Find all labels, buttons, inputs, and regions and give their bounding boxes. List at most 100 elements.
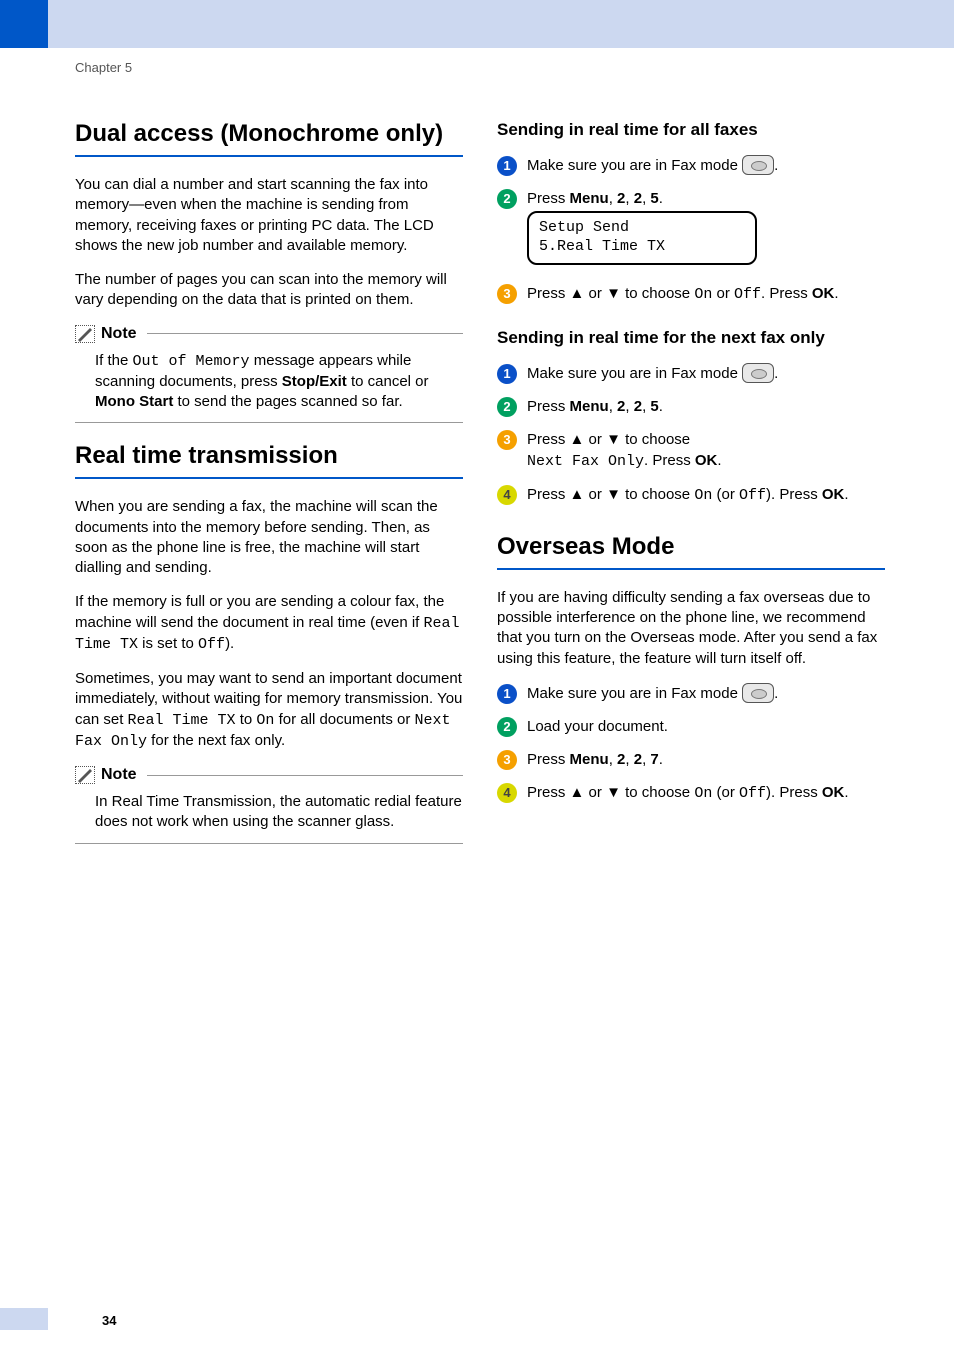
lcd-line-2: 5.Real Time TX [539,238,745,257]
key-7: 7 [650,751,658,768]
nf-s2c: . [659,398,663,415]
menu-key: Menu [570,190,609,207]
fax-mode-icon [742,683,774,703]
nextfax-step-1: 1 Make sure you are in Fax mode . [497,363,885,384]
rt-p3c: for all documents or [274,711,414,728]
note-body-2: In Real Time Transmission, the automatic… [75,786,463,844]
nf-or: or [584,431,606,448]
nf-s3a: Press [527,431,570,448]
page: 34 Chapter 5 Dual access (Monochrome onl… [0,0,954,1348]
step-badge-1: 1 [497,684,517,704]
ok-key: OK [822,784,845,801]
step-badge-2: 2 [497,717,517,737]
step-text: Make sure you are in Fax mode . [527,683,885,704]
lcd-display: Setup Send 5.Real Time TX [527,211,757,265]
down-arrow-icon: ▼ [606,784,621,801]
af-s3b: to choose [621,285,694,302]
ov-s4c: . [844,784,848,801]
note-label: Note [101,325,137,343]
rt-p3-code2: On [256,712,274,729]
af-s2a: Press [527,190,570,207]
note-icon [75,766,95,784]
nf-s2a: Press [527,398,570,415]
step-badge-3: 3 [497,750,517,770]
step-text: Load your document. [527,716,885,737]
rt-p3d: for the next fax only. [147,732,285,749]
page-number: 34 [102,1313,116,1328]
af-s2b1: , [609,190,617,207]
down-arrow-icon: ▼ [606,431,621,448]
step-text: Press ▲ or ▼ to choose On or Off. Press … [527,283,885,305]
step-badge-1: 1 [497,364,517,384]
ov-s4a: Press [527,784,570,801]
af-s2c: . [659,190,663,207]
ok-key: OK [695,452,718,469]
nf-s1a: Make sure you are in Fax mode [527,365,742,382]
ok-key: OK [822,486,845,503]
content-area: Chapter 5 Dual access (Monochrome only) … [75,60,885,862]
heading-rule [497,568,885,570]
allfaxes-heading: Sending in real time for all faxes [497,119,885,141]
overseas-heading: Overseas Mode [497,532,885,562]
overseas-step-1: 1 Make sure you are in Fax mode . [497,683,885,704]
fax-mode-icon [742,363,774,383]
on-code: On [694,286,712,303]
note-code: Out of Memory [133,353,250,370]
nf-s2b2: , [625,398,633,415]
left-side-band [0,48,48,1348]
off-code: Off [739,785,766,802]
step-badge-3: 3 [497,284,517,304]
left-column: Dual access (Monochrome only) You can di… [75,119,463,862]
note-text-d: to send the pages scanned so far. [173,393,402,410]
realtime-heading: Real time transmission [75,441,463,471]
step-text: Make sure you are in Fax mode . [527,155,885,176]
realtime-p1: When you are sending a fax, the machine … [75,497,463,578]
af-or: or [584,285,606,302]
af-s3c: . Press [761,285,812,302]
ov-paren-close: ). Press [766,784,822,801]
nf-s4a: Press [527,486,570,503]
af-s3d: . [834,285,838,302]
ov-s4b: to choose [621,784,694,801]
rt-p2c: ). [225,635,234,652]
note-label: Note [101,766,137,784]
nf-s3c: . Press [644,452,695,469]
nextfax-step-2: 2 Press Menu, 2, 2, 5. [497,396,885,417]
nf-or2: or [584,486,606,503]
ov-s3a: Press [527,751,570,768]
up-arrow-icon: ▲ [570,285,585,302]
heading-rule [75,477,463,479]
rt-p2a: If the memory is full or you are sending… [75,593,444,630]
note-rule [147,775,463,776]
note-rule [147,333,463,334]
fax-mode-icon [742,155,774,175]
nf-s3d: . [717,452,721,469]
realtime-p3: Sometimes, you may want to send an impor… [75,669,463,752]
step-text: Press Menu, 2, 2, 7. [527,749,885,770]
step-badge-2: 2 [497,397,517,417]
nextfax-heading: Sending in real time for the next fax on… [497,327,885,349]
on-code: On [694,487,712,504]
allfaxes-step-1: 1 Make sure you are in Fax mode . [497,155,885,176]
allfaxes-step-3: 3 Press ▲ or ▼ to choose On or Off. Pres… [497,283,885,305]
footer-accent [0,1308,48,1330]
note-text-a: If the [95,352,133,369]
step-text: Press ▲ or ▼ to choose Next Fax Only. Pr… [527,429,885,472]
overseas-p1: If you are having difficulty sending a f… [497,588,885,669]
af-s3a: Press [527,285,570,302]
ov-s3b2: , [625,751,633,768]
note-header-2: Note [75,766,463,784]
up-arrow-icon: ▲ [570,486,585,503]
nextfax-step-3: 3 Press ▲ or ▼ to choose Next Fax Only. … [497,429,885,472]
af-s2b2: , [625,190,633,207]
nf-s4b: to choose [621,486,694,503]
af-s1b: . [774,157,778,174]
step-badge-4: 4 [497,783,517,803]
key-5: 5 [650,190,658,207]
note-bold-stopexit: Stop/Exit [282,373,347,390]
off-code: Off [734,286,761,303]
af-or2: or [712,285,734,302]
ov-s1b: . [774,685,778,702]
dual-access-p1: You can dial a number and start scanning… [75,175,463,256]
nextfax-step-4: 4 Press ▲ or ▼ to choose On (or Off). Pr… [497,484,885,506]
